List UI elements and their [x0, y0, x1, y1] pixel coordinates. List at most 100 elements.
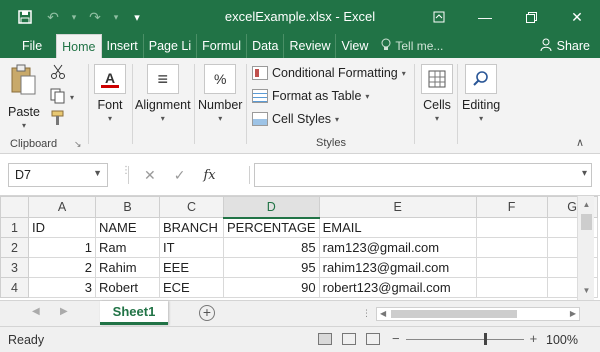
tab-splitter-icon[interactable]: ⋮ [362, 308, 371, 319]
row-header[interactable]: 2 [0, 237, 29, 258]
format-painter-button[interactable] [50, 110, 66, 129]
zoom-slider[interactable] [405, 332, 524, 345]
scroll-left-icon[interactable]: ◀ [380, 308, 386, 320]
column-header[interactable]: B [95, 196, 160, 218]
tab-home[interactable]: Home [56, 34, 102, 58]
zoom-slider-thumb[interactable] [483, 332, 487, 345]
format-as-table-button[interactable]: Format as Table ▾ [252, 89, 369, 103]
zoom-level[interactable]: 100% [546, 333, 578, 347]
save-icon[interactable] [14, 6, 36, 28]
cell[interactable]: ECE [159, 277, 224, 298]
tab-formulas[interactable]: Formul [196, 34, 246, 58]
tab-view[interactable]: View [335, 34, 373, 58]
cell[interactable]: 2 [28, 257, 96, 278]
cell[interactable]: NAME [95, 217, 160, 238]
normal-view-icon[interactable] [318, 333, 332, 345]
tell-me-box[interactable]: Tell me... [373, 34, 443, 58]
confirm-entry-icon[interactable]: ✓ [174, 167, 186, 184]
cell[interactable]: 95 [223, 257, 320, 278]
share-button[interactable]: Share [540, 34, 590, 58]
cell[interactable]: PERCENTAGE [223, 217, 320, 238]
add-sheet-icon[interactable]: + [199, 305, 215, 321]
column-header[interactable]: A [28, 196, 96, 218]
formula-input[interactable]: ▾ [254, 163, 592, 187]
collapse-ribbon-icon[interactable]: ∧ [576, 136, 584, 149]
undo-dropdown-icon[interactable]: ▾ [70, 6, 78, 28]
redo-dropdown-icon[interactable]: ▾ [112, 6, 120, 28]
prev-sheet-icon[interactable]: ◀ [32, 306, 40, 317]
editing-button[interactable]: Editing ▾ [462, 64, 500, 123]
minimize-icon[interactable]: — [462, 0, 508, 34]
vertical-scrollbar[interactable]: ▲ ▼ [577, 196, 594, 300]
horizontal-scrollbar[interactable]: ◀ ▶ [376, 307, 580, 321]
cell[interactable]: IT [159, 237, 224, 258]
column-header[interactable]: E [318, 196, 477, 218]
scroll-right-icon[interactable]: ▶ [570, 308, 576, 320]
next-sheet-icon[interactable]: ▶ [60, 306, 68, 317]
cell[interactable]: 3 [28, 277, 96, 298]
cell[interactable]: ram123@gmail.com [318, 237, 477, 258]
cells-button[interactable]: Cells ▾ [421, 64, 453, 123]
cell[interactable]: robert123@gmail.com [318, 277, 477, 298]
alignment-dropdown-icon: ▾ [160, 114, 165, 123]
column-header[interactable]: C [159, 196, 224, 218]
cell[interactable]: Robert [95, 277, 160, 298]
vertical-scroll-thumb[interactable] [581, 214, 592, 230]
expand-formula-bar-icon[interactable]: ▾ [582, 168, 587, 179]
cell[interactable]: Ram [95, 237, 160, 258]
tab-file[interactable]: File [0, 34, 56, 58]
row-header[interactable]: 4 [0, 277, 29, 298]
paste-dropdown-icon[interactable]: ▾ [22, 121, 26, 130]
cut-button[interactable] [50, 64, 66, 83]
zoom-in-icon[interactable]: + [530, 331, 538, 346]
name-box[interactable]: D7 ▼ [8, 163, 108, 187]
restore-icon[interactable] [508, 0, 554, 34]
tab-data[interactable]: Data [246, 34, 283, 58]
horizontal-scroll-thumb[interactable] [391, 310, 517, 318]
copy-dropdown-icon[interactable]: ▾ [70, 93, 74, 102]
customize-qat-icon[interactable]: ▾ [126, 6, 148, 28]
clipboard-launcher-icon[interactable]: ↘ [74, 139, 82, 150]
undo-icon[interactable]: ↶ [42, 6, 64, 28]
scroll-up-icon[interactable]: ▲ [578, 198, 595, 212]
cell[interactable] [475, 277, 548, 298]
cell[interactable]: rahim123@gmail.com [318, 257, 477, 278]
cell[interactable]: EMAIL [318, 217, 477, 238]
cancel-entry-icon[interactable]: ✕ [144, 167, 156, 184]
tab-review[interactable]: Review [283, 34, 335, 58]
scroll-down-icon[interactable]: ▼ [578, 284, 595, 298]
page-layout-view-icon[interactable] [342, 333, 356, 345]
cell[interactable]: 90 [223, 277, 320, 298]
redo-icon[interactable]: ↷ [84, 6, 106, 28]
paste-button[interactable]: Paste ▾ [8, 64, 40, 130]
ribbon-display-options-icon[interactable] [416, 0, 462, 34]
cell[interactable]: BRANCH [159, 217, 224, 238]
cell[interactable] [475, 257, 548, 278]
cell[interactable]: 85 [223, 237, 320, 258]
cell[interactable]: EEE [159, 257, 224, 278]
row-header[interactable]: 3 [0, 257, 29, 278]
cell-styles-button[interactable]: Cell Styles ▾ [252, 112, 339, 126]
cell[interactable] [475, 217, 548, 238]
tab-insert[interactable]: Insert [102, 34, 143, 58]
cell[interactable]: ID [28, 217, 96, 238]
page-break-view-icon[interactable] [366, 333, 380, 345]
number-button[interactable]: % Number ▾ [198, 64, 242, 123]
insert-function-button[interactable]: fx [203, 168, 215, 183]
copy-button[interactable]: ▾ [50, 88, 74, 107]
cell[interactable]: 1 [28, 237, 96, 258]
font-button[interactable]: A Font ▾ [94, 64, 126, 123]
column-header-selected[interactable]: D [223, 196, 320, 219]
column-header[interactable]: F [475, 196, 548, 218]
cell[interactable]: Rahim [95, 257, 160, 278]
conditional-formatting-button[interactable]: Conditional Formatting ▾ [252, 66, 406, 80]
tab-page-layout[interactable]: Page Li [142, 34, 196, 58]
row-header[interactable]: 1 [0, 217, 29, 238]
alignment-button[interactable]: ≡ Alignment ▾ [135, 64, 191, 123]
sheet-tab-active[interactable]: Sheet1 [100, 301, 168, 325]
cell[interactable] [475, 237, 548, 258]
name-box-dropdown-icon[interactable]: ▼ [93, 168, 102, 178]
zoom-out-icon[interactable]: − [392, 331, 400, 346]
select-all-corner[interactable] [0, 196, 29, 218]
close-icon[interactable]: ✕ [554, 0, 600, 34]
